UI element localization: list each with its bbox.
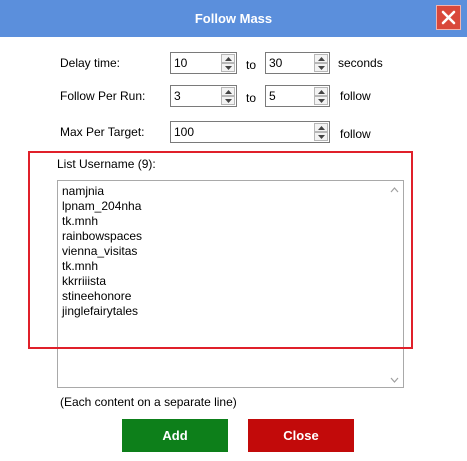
arrow-down-icon	[318, 135, 325, 139]
username-hint: (Each content on a separate line)	[60, 395, 237, 409]
arrow-down-icon	[318, 66, 325, 70]
delay-from-down-button[interactable]	[221, 63, 235, 72]
follow-from-spinner[interactable]	[170, 85, 237, 107]
max-per-target-spinner[interactable]	[170, 121, 330, 143]
arrow-up-icon	[225, 57, 232, 61]
follow-from-input[interactable]	[171, 86, 222, 106]
follow-to-input[interactable]	[266, 86, 315, 106]
max-per-target-input[interactable]	[171, 122, 314, 142]
window-title: Follow Mass	[194, 11, 273, 26]
delay-from-input[interactable]	[171, 53, 222, 73]
max-up-button[interactable]	[314, 123, 328, 132]
follow-to-down-button[interactable]	[314, 96, 328, 105]
max-down-button[interactable]	[314, 132, 328, 141]
delay-to-label: to	[246, 58, 257, 72]
delay-to-input[interactable]	[266, 53, 315, 73]
close-button[interactable]: Close	[248, 419, 354, 452]
follow-to-label: to	[246, 91, 257, 105]
delay-time-label: Delay time:	[60, 56, 121, 70]
add-button[interactable]: Add	[122, 419, 228, 452]
max-unit-label: follow	[340, 127, 371, 141]
delay-to-up-button[interactable]	[314, 54, 328, 63]
follow-mass-dialog: Follow Mass Delay time: to seconds Follo…	[0, 0, 467, 461]
arrow-down-icon	[225, 99, 232, 103]
follow-per-run-label: Follow Per Run:	[60, 89, 146, 103]
follow-from-down-button[interactable]	[221, 96, 235, 105]
highlight-box	[28, 151, 413, 349]
delay-from-spinner[interactable]	[170, 52, 237, 74]
delay-unit-label: seconds	[338, 56, 383, 70]
arrow-up-icon	[225, 90, 232, 94]
arrow-up-icon	[318, 126, 325, 130]
delay-to-down-button[interactable]	[314, 63, 328, 72]
follow-from-up-button[interactable]	[221, 87, 235, 96]
arrow-up-icon	[318, 90, 325, 94]
follow-to-up-button[interactable]	[314, 87, 328, 96]
close-icon	[441, 10, 456, 25]
follow-to-spinner[interactable]	[265, 85, 330, 107]
arrow-up-icon	[318, 57, 325, 61]
max-per-target-label: Max Per Target:	[60, 125, 145, 139]
delay-from-up-button[interactable]	[221, 54, 235, 63]
window-close-button[interactable]	[436, 5, 461, 30]
follow-unit-label: follow	[340, 89, 371, 103]
scroll-down-icon[interactable]	[390, 377, 399, 383]
arrow-down-icon	[225, 66, 232, 70]
arrow-down-icon	[318, 99, 325, 103]
delay-to-spinner[interactable]	[265, 52, 330, 74]
